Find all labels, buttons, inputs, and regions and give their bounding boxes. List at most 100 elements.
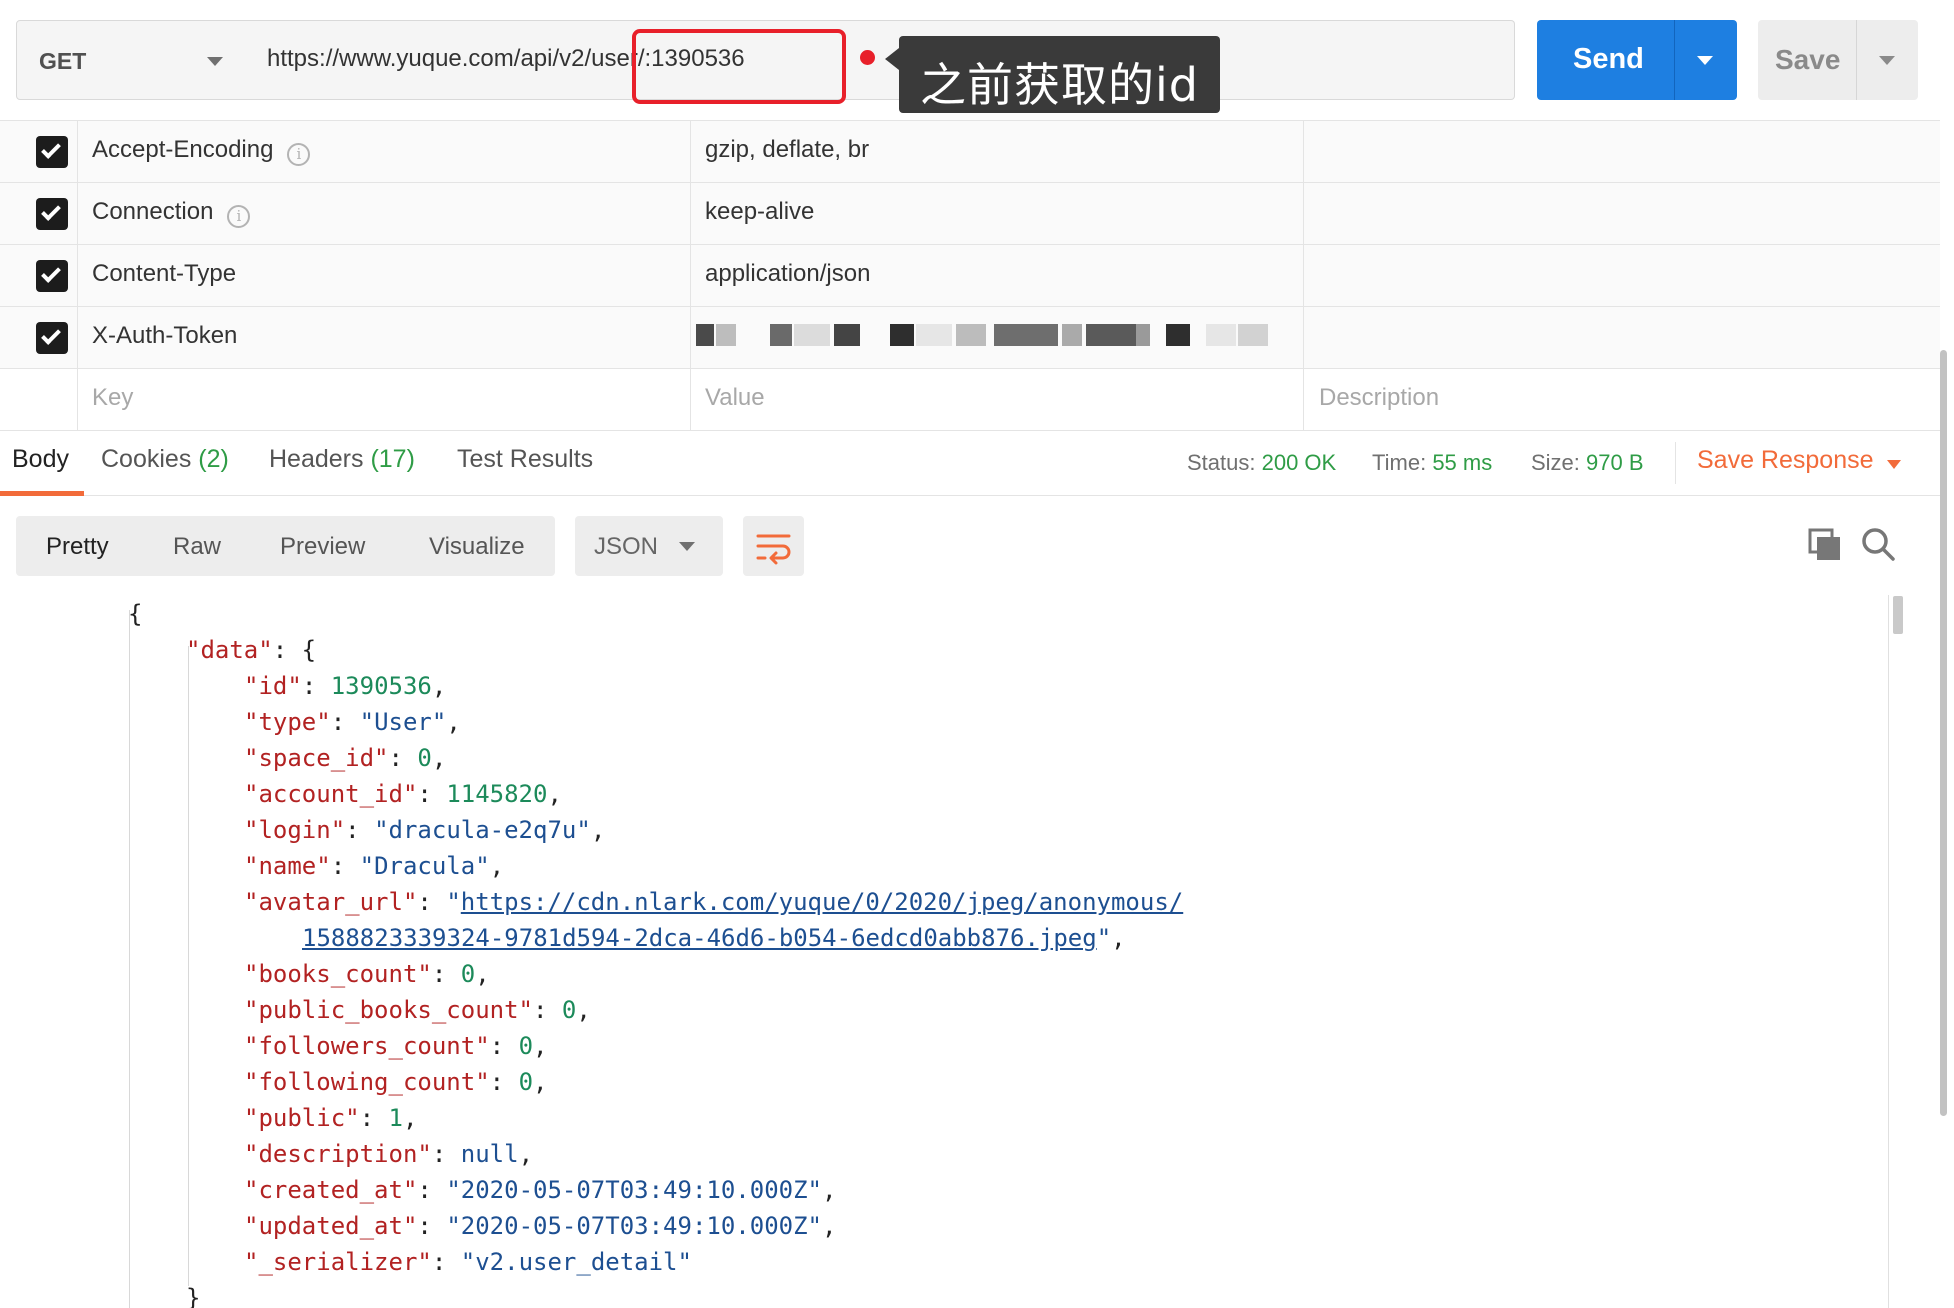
redaction-block <box>834 324 860 346</box>
header-key-text: Accept-Encoding <box>92 136 274 163</box>
check-icon <box>41 139 61 159</box>
redaction-block <box>1166 324 1190 346</box>
format-select[interactable]: JSON <box>575 516 723 576</box>
request-bar: GET https://www.yuque.com/api/v2/user/:1… <box>0 0 1954 120</box>
status-label: Status: <box>1187 450 1256 475</box>
header-key[interactable]: Content-Type <box>92 260 236 288</box>
header-enabled-checkbox[interactable] <box>36 198 68 230</box>
method-label: GET <box>39 48 87 74</box>
redaction-block <box>696 324 714 346</box>
view-mode-preview[interactable]: Preview <box>280 533 365 561</box>
save-label: Save <box>1775 44 1841 75</box>
redacted-token-value <box>694 320 1284 350</box>
json-number: 1390536 <box>330 672 432 700</box>
time-label: Time: <box>1372 450 1427 475</box>
header-enabled-checkbox[interactable] <box>36 260 68 292</box>
tab-body[interactable]: Body <box>12 445 69 474</box>
json-number: 0 <box>518 1068 534 1096</box>
redaction-block <box>994 324 1058 346</box>
send-chevron-down-icon <box>1697 56 1713 65</box>
response-body-viewer[interactable]: 1{ 2"data": { 3"id": 1390536, 4"type": "… <box>0 594 1910 1308</box>
header-key[interactable]: X-Auth-Token <box>92 322 237 350</box>
json-number: 0 <box>460 960 476 988</box>
json-key: following_count <box>258 1068 476 1096</box>
save-response-button[interactable]: Save Response <box>1697 446 1874 475</box>
json-key: public <box>258 1104 346 1132</box>
method-chevron-down-icon <box>207 57 223 66</box>
key-placeholder[interactable]: Key <box>92 384 133 412</box>
code-text: "followers_count": 0, <box>244 1032 548 1060</box>
page-scrollbar-thumb[interactable] <box>1940 350 1947 1116</box>
format-chevron-down-icon <box>679 542 695 551</box>
redaction-block <box>1136 324 1140 346</box>
code-text: "description": null, <box>244 1140 534 1168</box>
json-number: 0 <box>561 996 577 1024</box>
time-value: 55 ms <box>1432 450 1493 475</box>
tab-headers-label: Headers <box>269 445 364 473</box>
code-text: "updated_at": "2020-05-07T03:49:10.000Z"… <box>244 1212 837 1240</box>
redaction-block <box>1086 324 1136 346</box>
save-button[interactable]: Save <box>1758 20 1918 100</box>
check-icon <box>41 201 61 221</box>
avatar-url-link[interactable]: https://cdn.nlark.com/yuque/0/2020/jpeg/… <box>461 888 1183 916</box>
code-text: "name": "Dracula", <box>244 852 505 880</box>
tab-test-results[interactable]: Test Results <box>457 445 593 474</box>
header-key[interactable]: Accept-Encoding i <box>92 136 311 166</box>
json-string: Dracula <box>374 852 476 880</box>
redaction-block <box>716 324 736 346</box>
status-indicator: Status: 200 OK <box>1187 450 1336 476</box>
description-placeholder[interactable]: Description <box>1319 384 1439 412</box>
json-number: 1145820 <box>446 780 548 808</box>
tab-cookies-label: Cookies <box>101 445 192 473</box>
json-null: null <box>460 1140 519 1168</box>
code-text: "public": 1, <box>244 1104 418 1132</box>
code-text: } <box>186 1284 201 1308</box>
header-value[interactable]: application/json <box>705 260 870 288</box>
send-options-button[interactable] <box>1675 20 1737 100</box>
header-value[interactable]: keep-alive <box>705 198 814 226</box>
header-enabled-checkbox[interactable] <box>36 136 68 168</box>
avatar-url-link-continued[interactable]: 1588823339324-9781d594-2dca-46d6-b054-6e… <box>302 924 1097 952</box>
info-icon[interactable]: i <box>227 205 251 228</box>
wrap-lines-button[interactable] <box>743 516 804 576</box>
save-options-button[interactable] <box>1857 20 1918 100</box>
time-indicator: Time: 55 ms <box>1372 450 1492 476</box>
view-mode-raw[interactable]: Raw <box>173 533 221 561</box>
method-select[interactable]: GET <box>16 20 248 100</box>
redaction-block <box>890 324 914 346</box>
copy-icon[interactable] <box>1808 528 1842 562</box>
json-key: updated_at <box>258 1212 403 1240</box>
json-key: space_id <box>258 744 375 772</box>
json-key: name <box>258 852 317 880</box>
view-mode-visualize[interactable]: Visualize <box>429 533 525 561</box>
header-enabled-checkbox[interactable] <box>36 322 68 354</box>
view-mode-pretty[interactable]: Pretty <box>46 533 109 561</box>
tab-cookies-count: (2) <box>198 445 229 473</box>
url-input[interactable]: https://www.yuque.com/api/v2/user/:13905… <box>247 20 1515 100</box>
header-key[interactable]: Connection i <box>92 198 251 228</box>
code-text: 1588823339324-9781d594-2dca-46d6-b054-6e… <box>302 924 1126 952</box>
json-key: data <box>200 636 259 664</box>
wrap-lines-icon <box>756 534 791 565</box>
search-icon[interactable] <box>1860 526 1896 562</box>
code-text: "data": { <box>186 636 317 664</box>
code-text: "following_count": 0, <box>244 1068 548 1096</box>
response-tabs: Body Cookies (2) Headers (17) Test Resul… <box>0 430 1940 496</box>
value-placeholder[interactable]: Value <box>705 384 765 412</box>
header-value[interactable]: gzip, deflate, br <box>705 136 869 164</box>
code-scrollbar-thumb[interactable] <box>1893 596 1903 634</box>
info-icon[interactable]: i <box>287 143 311 166</box>
save-response-chevron-down-icon[interactable] <box>1887 460 1901 469</box>
column-divider <box>1303 120 1304 430</box>
annotation-dot <box>860 50 875 65</box>
send-button[interactable]: Send <box>1537 20 1737 100</box>
tab-cookies[interactable]: Cookies (2) <box>101 445 229 474</box>
json-key: created_at <box>258 1176 403 1204</box>
annotation-highlight-box <box>632 29 846 104</box>
column-divider <box>77 120 78 430</box>
json-string: User <box>374 708 432 736</box>
json-key: public_books_count <box>258 996 519 1024</box>
view-mode-tabs: Pretty Raw Preview Visualize <box>16 516 555 576</box>
tab-headers[interactable]: Headers (17) <box>269 445 415 474</box>
status-value: 200 OK <box>1261 450 1337 475</box>
